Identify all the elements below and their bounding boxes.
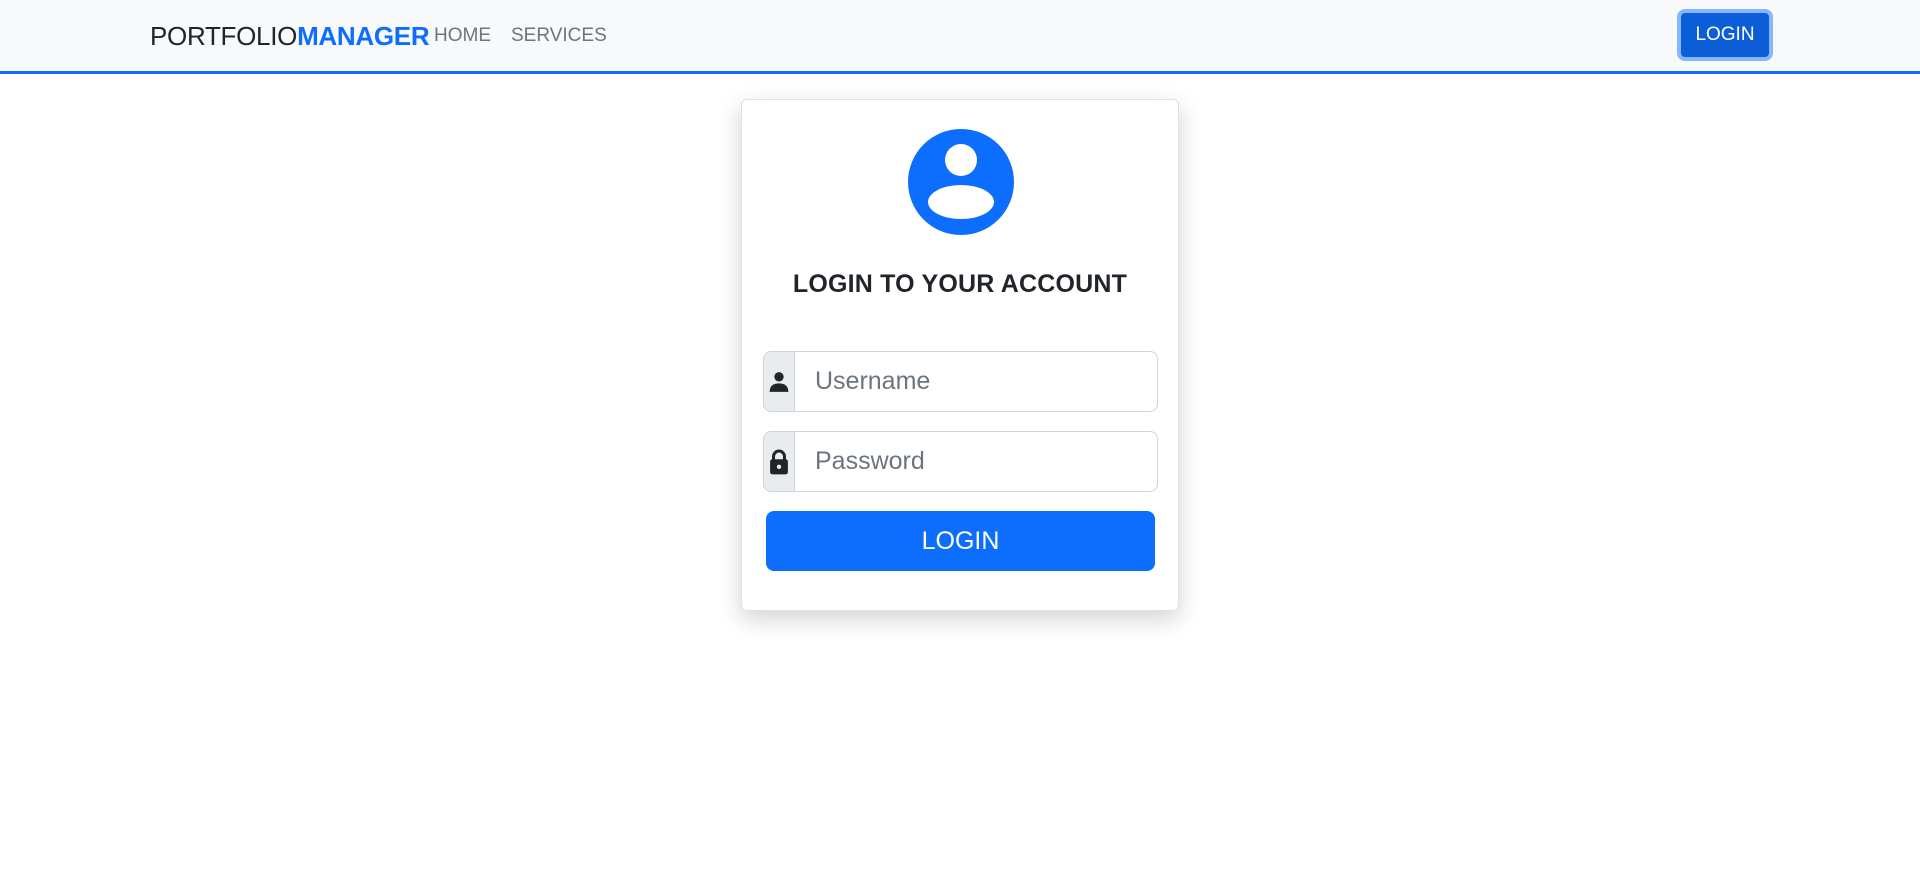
brand-text-portfolio: PORTFOLIO xyxy=(150,21,298,51)
nav-link-home[interactable]: HOME xyxy=(434,24,491,48)
nav-link-services[interactable]: SERVICES xyxy=(511,24,607,48)
brand-logo[interactable]: PORTFOLIOMANAGER xyxy=(150,18,430,54)
brand-text-manager: MANAGER xyxy=(297,21,430,51)
person-icon xyxy=(763,351,794,412)
password-input[interactable] xyxy=(794,431,1158,492)
login-card: LOGIN TO YOUR ACCOUNT LOGIN xyxy=(741,99,1179,611)
password-input-group xyxy=(763,431,1158,492)
navbar: PORTFOLIOMANAGER HOME SERVICES LOGIN xyxy=(0,0,1920,74)
user-circle-icon xyxy=(908,129,1014,235)
username-input-group xyxy=(763,351,1158,412)
username-input[interactable] xyxy=(794,351,1158,412)
lock-icon xyxy=(763,431,794,492)
login-title: LOGIN TO YOUR ACCOUNT xyxy=(792,270,1128,298)
navbar-login-button[interactable]: LOGIN xyxy=(1677,9,1773,61)
login-submit-button[interactable]: LOGIN xyxy=(766,511,1155,571)
